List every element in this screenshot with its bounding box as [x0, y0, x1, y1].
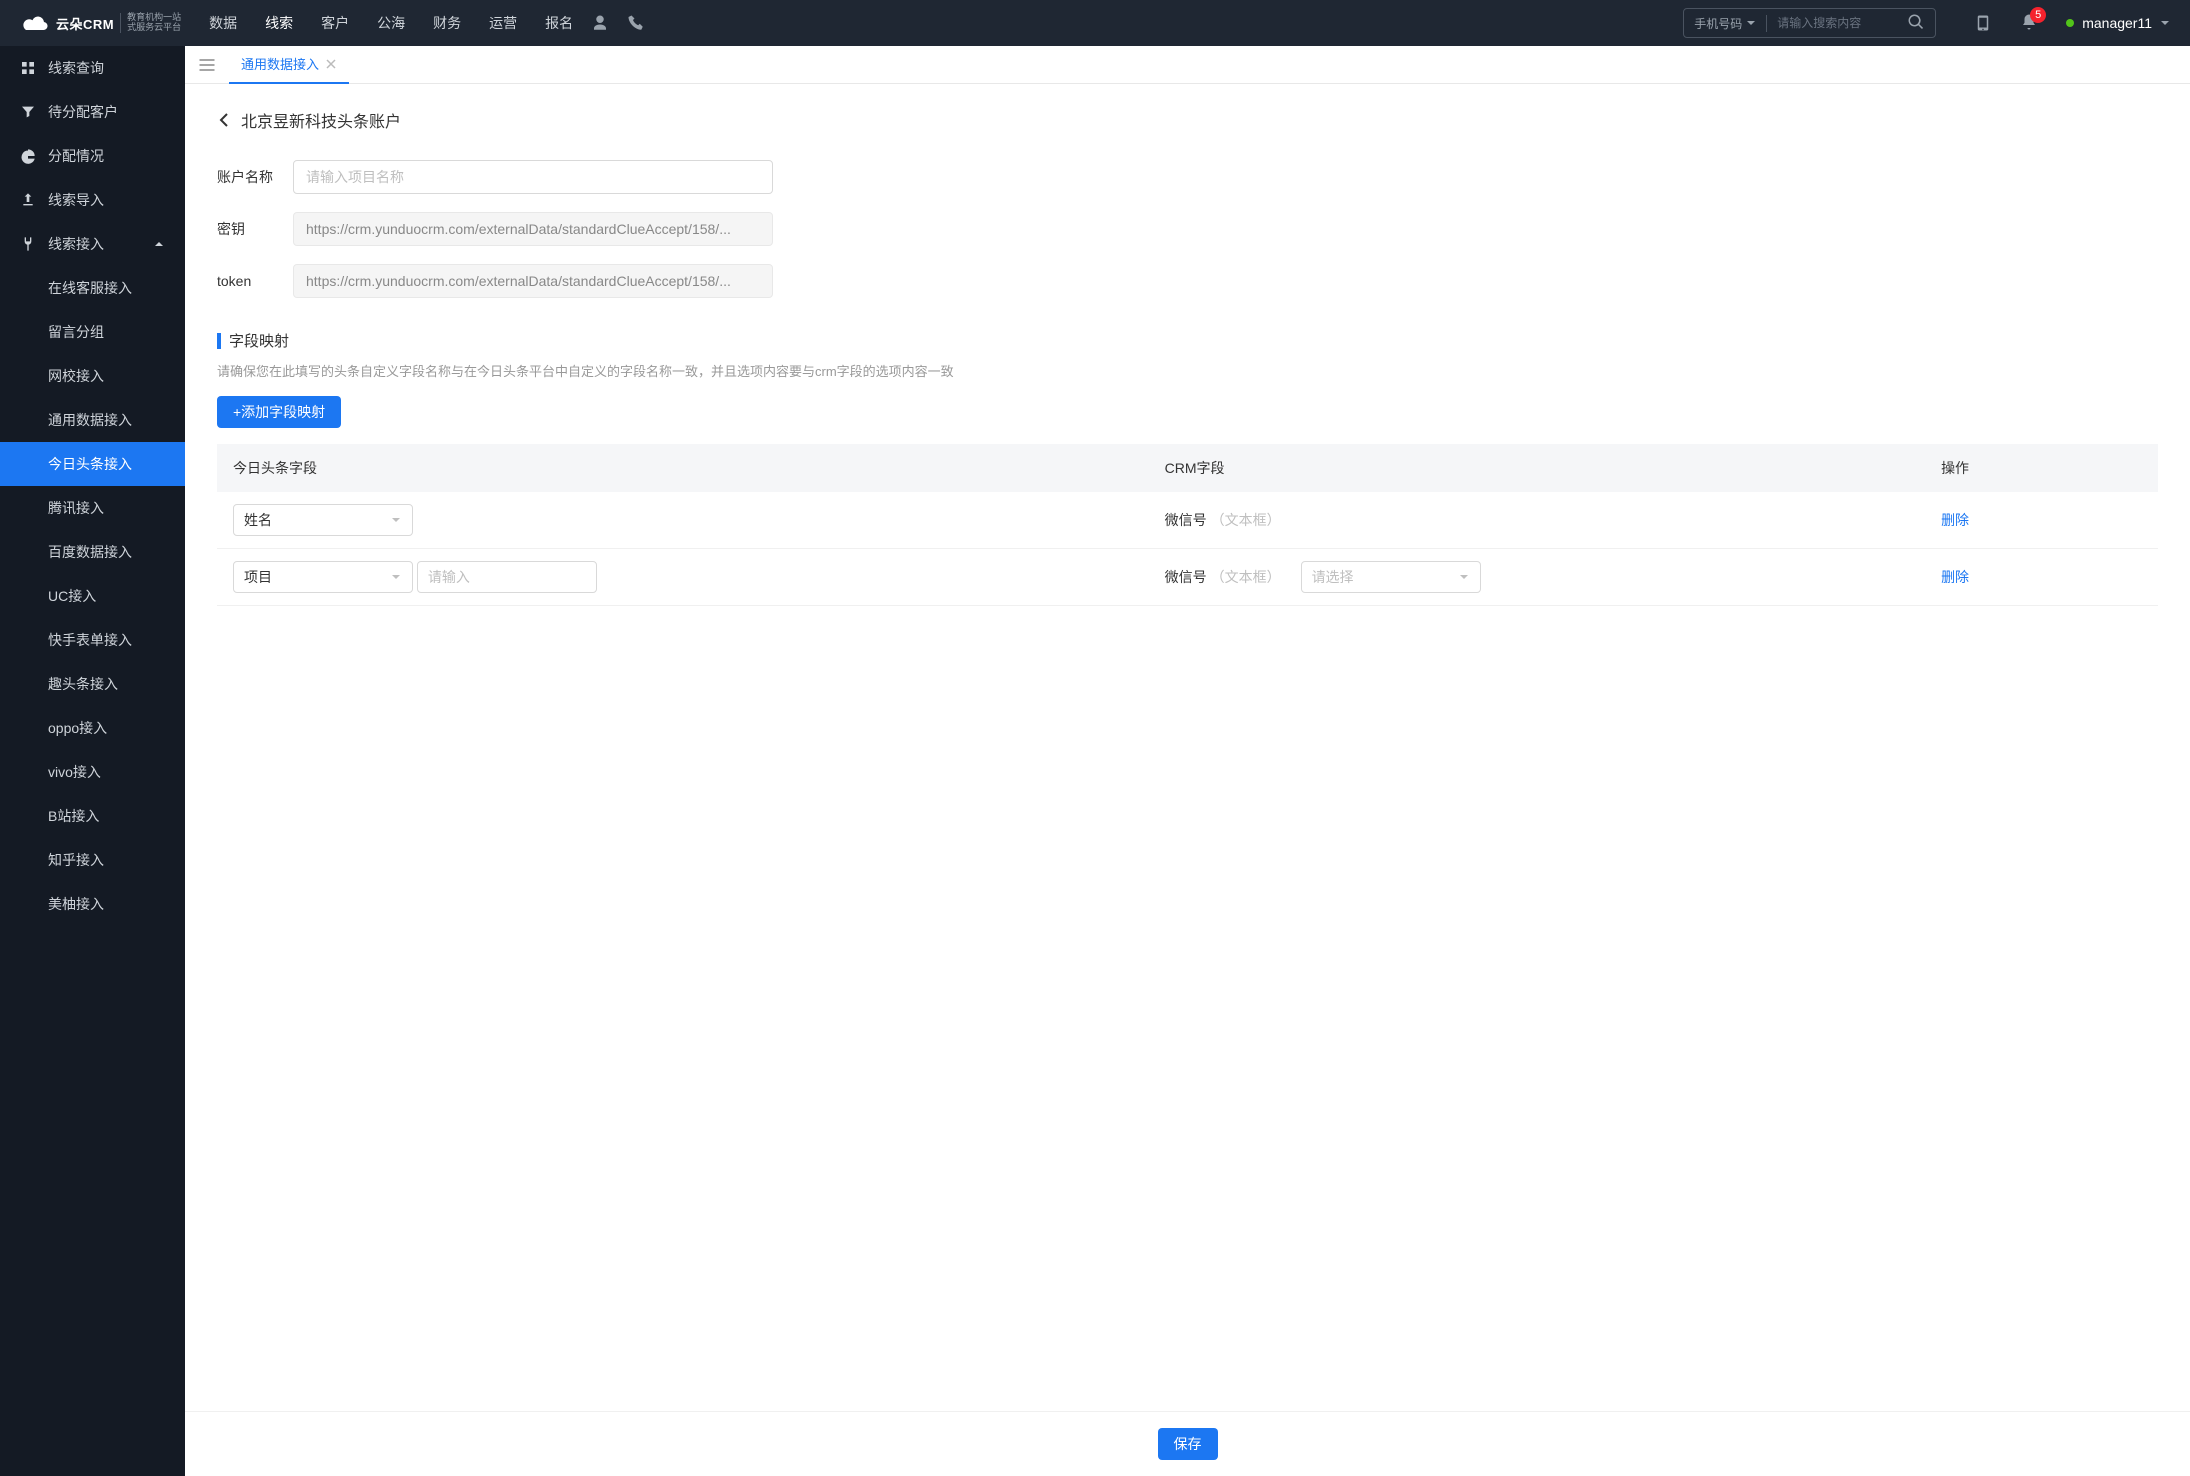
nav-item[interactable]: 财务: [433, 13, 461, 33]
nav-item[interactable]: 客户: [321, 13, 349, 33]
sidebar-item[interactable]: 待分配客户: [0, 90, 185, 134]
user-menu[interactable]: manager11: [2066, 15, 2170, 31]
account-name-input[interactable]: [293, 160, 773, 194]
search-bar: 手机号码: [1683, 8, 1936, 38]
sidebar-sub-item[interactable]: 百度数据接入: [0, 530, 185, 574]
secret-label: 密钥: [217, 219, 277, 239]
nav-item[interactable]: 公海: [377, 13, 405, 33]
table-row: 项目 微信号（文本框） 请选择 删除: [217, 549, 2158, 606]
sidebar-sub-item[interactable]: 网校接入: [0, 354, 185, 398]
search-button[interactable]: [1897, 13, 1935, 34]
phone-icon[interactable]: [627, 14, 645, 32]
export-icon: [20, 192, 36, 208]
close-icon[interactable]: [325, 58, 337, 70]
mapping-table: 今日头条字段 CRM字段 操作 姓名微信号（文本框）删除项目 微信号（文本框） …: [217, 444, 2158, 606]
toutiao-field-select[interactable]: 姓名: [233, 504, 413, 536]
tabs-bar: 通用数据接入: [185, 46, 2190, 84]
token-input[interactable]: [293, 264, 773, 298]
sidebar-item[interactable]: 线索导入: [0, 178, 185, 222]
nav-item[interactable]: 报名: [545, 13, 573, 33]
mapping-section-title: 字段映射: [217, 330, 2158, 351]
search-icon: [1907, 13, 1925, 31]
page-content: 北京昱新科技头条账户 账户名称 密钥 token 字段映射: [185, 84, 2190, 1476]
filter-icon: [20, 104, 36, 120]
add-mapping-button[interactable]: +添加字段映射: [217, 396, 341, 428]
chevron-up-icon: [153, 238, 165, 250]
table-row: 姓名 微信号（文本框） 删除: [217, 492, 2158, 549]
breadcrumb[interactable]: 北京昱新科技头条账户: [217, 108, 2158, 132]
top-nav: 数据 线索 客户 公海 财务 运营 报名: [209, 13, 573, 33]
token-label: token: [217, 273, 277, 289]
sidebar-sub-item[interactable]: 快手表单接入: [0, 618, 185, 662]
tab[interactable]: 通用数据接入: [229, 46, 349, 84]
th-toutiao-field: 今日头条字段: [217, 444, 1149, 492]
mapping-tip: 请确保您在此填写的头条自定义字段名称与在今日头条平台中自定义的字段名称一致，并且…: [217, 361, 2158, 380]
delete-link[interactable]: 删除: [1941, 512, 1969, 528]
logo-subtitle: 教育机构一站 式服务云平台: [120, 13, 181, 33]
plug-icon: [20, 236, 36, 252]
status-dot: [2066, 19, 2074, 27]
delete-link[interactable]: 删除: [1941, 569, 1969, 585]
sidebar-sub-item[interactable]: 通用数据接入: [0, 398, 185, 442]
page-title: 北京昱新科技头条账户: [241, 108, 401, 132]
chevron-down-icon: [1458, 571, 1470, 583]
nav-item[interactable]: 运营: [489, 13, 517, 33]
user-add-icon[interactable]: [591, 14, 609, 32]
top-header: 云朵CRM 教育机构一站 式服务云平台 数据 线索 客户 公海 财务 运营 报名 手机号码: [0, 0, 2190, 46]
logo-text: 云朵CRM: [56, 14, 114, 33]
sidebar-sub-item[interactable]: oppo接入: [0, 706, 185, 750]
grid-icon: [20, 60, 36, 76]
sidebar-sub-item[interactable]: 腾讯接入: [0, 486, 185, 530]
chevron-down-icon: [2160, 18, 2170, 28]
main-area: 通用数据接入 北京昱新科技头条账户 账户名称 密钥 token: [185, 46, 2190, 1476]
crm-field-select[interactable]: 请选择: [1301, 561, 1481, 593]
crm-field: 微信号（文本框）: [1165, 510, 1281, 530]
logo: 云朵CRM 教育机构一站 式服务云平台: [20, 12, 181, 34]
notification-badge: 5: [2030, 7, 2046, 23]
sidebar: 线索查询待分配客户分配情况线索导入线索接入在线客服接入留言分组网校接入通用数据接…: [0, 46, 185, 1476]
toutiao-extra-input[interactable]: [417, 561, 597, 593]
toutiao-field-select[interactable]: 项目: [233, 561, 413, 593]
crm-field: 微信号（文本框）: [1165, 567, 1281, 587]
mobile-icon[interactable]: [1974, 14, 1992, 32]
sidebar-sub-item[interactable]: 在线客服接入: [0, 266, 185, 310]
th-crm-field: CRM字段: [1149, 444, 1925, 492]
menu-toggle-icon[interactable]: [197, 55, 217, 75]
sidebar-sub-item[interactable]: 美柚接入: [0, 882, 185, 926]
search-input[interactable]: [1767, 16, 1897, 30]
cloud-icon: [20, 12, 50, 34]
username: manager11: [2082, 15, 2152, 31]
sidebar-sub-item[interactable]: B站接入: [0, 794, 185, 838]
sidebar-item[interactable]: 线索接入: [0, 222, 185, 266]
sidebar-sub-item[interactable]: UC接入: [0, 574, 185, 618]
sidebar-sub-item[interactable]: vivo接入: [0, 750, 185, 794]
sidebar-sub-item[interactable]: 知乎接入: [0, 838, 185, 882]
sidebar-sub-item[interactable]: 留言分组: [0, 310, 185, 354]
chevron-down-icon: [390, 571, 402, 583]
chevron-down-icon: [1746, 18, 1756, 28]
secret-input[interactable]: [293, 212, 773, 246]
account-name-label: 账户名称: [217, 167, 277, 187]
footer-bar: 保存: [185, 1411, 2190, 1476]
search-type-select[interactable]: 手机号码: [1684, 15, 1767, 32]
notifications[interactable]: 5: [2020, 13, 2038, 34]
chevron-down-icon: [390, 514, 402, 526]
sidebar-item[interactable]: 线索查询: [0, 46, 185, 90]
sidebar-sub-item[interactable]: 趣头条接入: [0, 662, 185, 706]
back-icon: [217, 112, 233, 128]
sidebar-sub-item[interactable]: 今日头条接入: [0, 442, 185, 486]
th-action: 操作: [1925, 444, 2158, 492]
nav-item[interactable]: 数据: [209, 13, 237, 33]
nav-item[interactable]: 线索: [265, 13, 293, 33]
sidebar-item[interactable]: 分配情况: [0, 134, 185, 178]
save-button[interactable]: 保存: [1158, 1428, 1218, 1460]
pie-icon: [20, 148, 36, 164]
